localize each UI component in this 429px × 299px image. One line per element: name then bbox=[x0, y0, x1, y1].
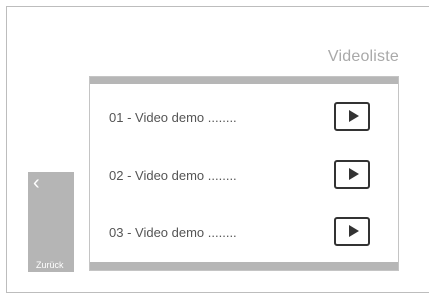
video-list-panel: 01 - Video demo ........ 02 - Video demo… bbox=[89, 76, 399, 271]
back-button-label: Zurück bbox=[36, 260, 64, 270]
video-label: 03 - Video demo ........ bbox=[109, 225, 237, 240]
play-icon[interactable] bbox=[334, 217, 370, 246]
play-icon[interactable] bbox=[334, 160, 370, 189]
back-button[interactable]: ‹ Zurück bbox=[28, 172, 74, 272]
page-title: Videoliste bbox=[327, 48, 399, 65]
video-row-3[interactable]: 03 - Video demo ........ bbox=[90, 214, 398, 254]
video-label: 02 - Video demo ........ bbox=[109, 168, 237, 183]
play-icon[interactable] bbox=[334, 102, 370, 131]
panel-top-bar bbox=[90, 77, 398, 84]
video-row-1[interactable]: 01 - Video demo ........ bbox=[90, 99, 398, 139]
video-row-2[interactable]: 02 - Video demo ........ bbox=[90, 157, 398, 197]
panel-bottom-bar bbox=[90, 262, 398, 270]
video-label: 01 - Video demo ........ bbox=[109, 110, 237, 125]
chevron-left-icon: ‹ bbox=[33, 172, 40, 194]
